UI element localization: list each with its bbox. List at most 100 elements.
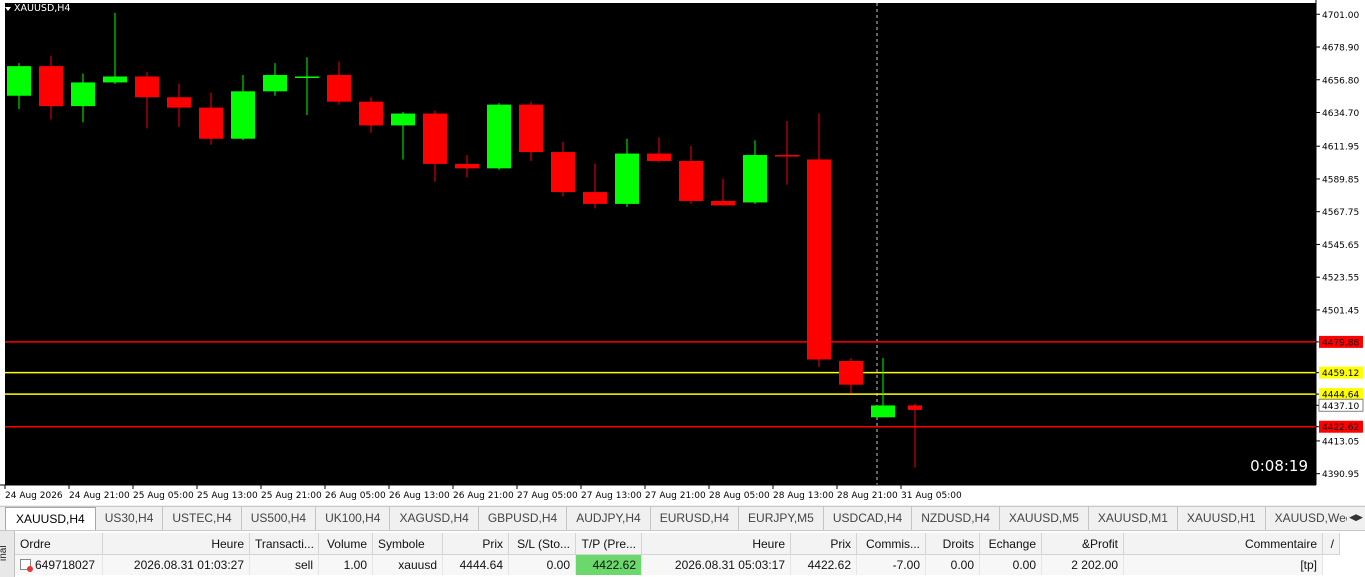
column-header[interactable]: Prix — [443, 533, 509, 555]
candle-body — [423, 113, 447, 164]
table-cell[interactable]: 0.00 — [980, 555, 1042, 575]
candle-body — [551, 152, 575, 193]
candlestick-chart[interactable]: 4701.00 4678.90 4656.80 4634.70 4611.95 4589.… — [0, 0, 1365, 505]
y-tick-label: 4634.70 — [1322, 109, 1359, 119]
table-cell[interactable]: 1.00 — [319, 555, 373, 575]
x-tick-label: 28 Aug 21:00 — [837, 491, 898, 501]
column-header[interactable]: Commentaire — [1124, 533, 1323, 555]
column-header[interactable]: T/P (Pre... — [576, 533, 642, 555]
tab-xauusd-h4[interactable]: XAUUSD,H4 — [5, 507, 96, 530]
table-cell[interactable]: 4422.62 — [576, 555, 642, 575]
table-cell[interactable]: 2026.08.31 05:03:17 — [642, 555, 791, 575]
candle-body — [711, 200, 735, 206]
x-tick-label: 24 Aug 2026 — [5, 491, 63, 501]
column-header[interactable]: Heure — [642, 533, 791, 555]
candle-body — [71, 82, 95, 107]
x-tick-label: 26 Aug 13:00 — [389, 491, 450, 501]
column-header[interactable]: Echange — [980, 533, 1042, 555]
order-id-text: 649718027 — [35, 558, 96, 572]
table-cell[interactable]: [tp] — [1124, 555, 1323, 575]
y-tick-label: 4701.00 — [1322, 11, 1359, 21]
tab-nzdusd-h4[interactable]: NZDUSD,H4 — [912, 507, 1000, 530]
candle-body — [775, 155, 799, 157]
table-cell[interactable]: 2 202.00 — [1042, 555, 1124, 575]
x-tick-label: 25 Aug 05:00 — [133, 491, 194, 501]
table-cell[interactable]: xauusd — [373, 555, 443, 575]
candle-body — [679, 160, 703, 201]
y-tick-label: 4678.90 — [1322, 44, 1359, 54]
tab-xauusd-m1[interactable]: XAUUSD,M1 — [1089, 507, 1178, 530]
bar-countdown-timer: 0:08:19 — [1250, 457, 1308, 475]
table-cell[interactable]: 0.00 — [926, 555, 980, 575]
chart-menu-triangle-icon[interactable] — [5, 6, 11, 11]
column-header[interactable]: Commis... — [857, 533, 926, 555]
plot-background — [5, 3, 1316, 485]
column-header[interactable]: Droits — [926, 533, 980, 555]
column-header[interactable]: / — [1323, 533, 1340, 555]
candle-body — [908, 405, 922, 410]
table-cell[interactable]: -7.00 — [857, 555, 926, 575]
column-header[interactable]: Symbole — [373, 533, 443, 555]
candle-body — [103, 76, 127, 83]
tab-scroll-arrows-icon[interactable]: ◀▶ — [1347, 508, 1365, 526]
candle-body — [871, 405, 895, 418]
table-cell[interactable]: 4422.62 — [791, 555, 857, 575]
table-cell[interactable]: 2026.08.31 01:03:27 — [103, 555, 250, 575]
tab-eurusd-h4[interactable]: EURUSD,H4 — [651, 507, 740, 530]
y-tick-label: 4390.95 — [1322, 470, 1359, 480]
column-header[interactable]: S/L (Sto... — [509, 533, 576, 555]
column-header[interactable]: Transacti... — [250, 533, 319, 555]
candle-body — [615, 153, 639, 204]
y-tick-label: 4611.95 — [1322, 143, 1359, 153]
y-tick-label: 4567.75 — [1322, 208, 1359, 218]
x-tick-label: 28 Aug 13:00 — [773, 491, 834, 501]
y-tick-label: 4656.80 — [1322, 76, 1359, 86]
tab-us500-h4[interactable]: US500,H4 — [242, 507, 317, 530]
terminal-side-label: inal — [0, 531, 15, 577]
table-cell[interactable]: sell — [250, 555, 319, 575]
x-tick-label: 25 Aug 21:00 — [261, 491, 322, 501]
candle-body — [519, 104, 543, 153]
candle-body — [839, 360, 863, 385]
terminal-side-label-text: inal — [0, 545, 9, 561]
tab-ustec-h4[interactable]: USTEC,H4 — [163, 507, 242, 530]
chart-symbol-label: XAUUSD,H4 — [14, 3, 71, 14]
x-tick-label: 26 Aug 21:00 — [453, 491, 514, 501]
column-header[interactable]: Ordre — [15, 533, 103, 555]
y-tick-label: 4501.45 — [1322, 306, 1359, 316]
candle-body — [199, 107, 223, 139]
tab-usdcad-h4[interactable]: USDCAD,H4 — [824, 507, 913, 530]
y-tick-label: 4459.12 — [1322, 369, 1359, 379]
chart-title: XAUUSD,H4 — [5, 3, 70, 14]
tab-xauusd-h1[interactable]: XAUUSD,H1 — [1178, 507, 1266, 530]
x-tick-label: 27 Aug 21:00 — [645, 491, 706, 501]
tab-eurjpy-m5[interactable]: EURJPY,M5 — [739, 507, 824, 530]
table-cell[interactable]: 4444.64 — [443, 555, 509, 575]
candle-body — [807, 159, 831, 360]
candle-body — [583, 192, 607, 204]
table-cell[interactable]: 0.00 — [509, 555, 576, 575]
x-tick-label: 27 Aug 13:00 — [581, 491, 642, 501]
tab-xauusd-m5[interactable]: XAUUSD,M5 — [1000, 507, 1089, 530]
x-tick-label: 26 Aug 05:00 — [325, 491, 386, 501]
column-header[interactable]: Volume — [319, 533, 373, 555]
y-tick-label: 4422.62 — [1322, 423, 1359, 433]
chart-window[interactable]: 4701.00 4678.90 4656.80 4634.70 4611.95 4589.… — [0, 0, 1365, 505]
sell-order-icon — [20, 559, 33, 572]
column-header[interactable]: Heure — [103, 533, 250, 555]
candle-body — [295, 76, 319, 78]
tab-gbpusd-h4[interactable]: GBPUSD,H4 — [479, 507, 568, 530]
column-header[interactable]: Prix — [791, 533, 857, 555]
candle-body — [7, 66, 31, 96]
order-id-cell[interactable]: 649718027 — [15, 555, 103, 575]
candle-body — [167, 97, 191, 108]
x-tick-label: 28 Aug 05:00 — [709, 491, 770, 501]
y-tick-label: 4545.65 — [1322, 241, 1359, 251]
y-tick-label: 4437.10 — [1322, 402, 1359, 412]
tab-uk100-h4[interactable]: UK100,H4 — [316, 507, 391, 530]
column-header[interactable]: &Profit — [1042, 533, 1124, 555]
tab-audjpy-h4[interactable]: AUDJPY,H4 — [567, 507, 651, 530]
y-tick-label: 4413.05 — [1322, 437, 1359, 447]
tab-us30-h4[interactable]: US30,H4 — [96, 507, 164, 530]
tab-xagusd-h4[interactable]: XAGUSD,H4 — [390, 507, 479, 530]
